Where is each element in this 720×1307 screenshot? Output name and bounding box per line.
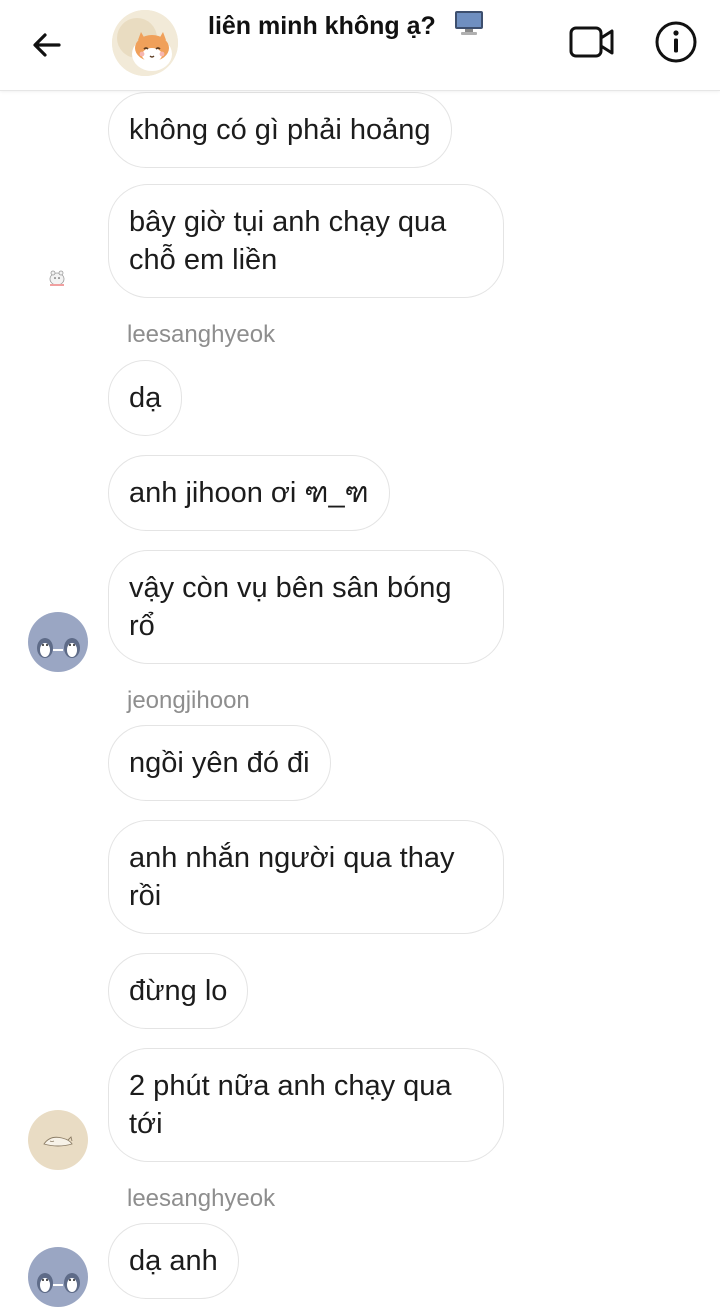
sleeping-animal-avatar-icon [28, 1110, 88, 1170]
sender-avatar[interactable] [28, 1110, 88, 1170]
chat-title[interactable]: liên minh không ạ? [208, 12, 436, 41]
message-text: vậy còn vụ bên sân bóng rổ [129, 572, 452, 642]
sender-name: leesanghyeok [127, 321, 276, 348]
video-call-button[interactable] [566, 20, 618, 64]
info-button[interactable] [652, 18, 700, 66]
sender-avatar[interactable] [28, 612, 88, 672]
sender-avatar[interactable] [28, 1247, 88, 1307]
message-text: 2 phút nữa anh chạy qua tới [129, 1070, 452, 1140]
sender-name: leesanghyeok [127, 1185, 276, 1212]
message-bubble[interactable]: bây giờ tụi anh chạy qua chỗ em liền [108, 184, 504, 298]
chat-header: liên minh không ạ? [0, 0, 720, 91]
message-bubble[interactable]: vậy còn vụ bên sân bóng rổ [108, 550, 504, 664]
message-bubble[interactable]: đừng lo [108, 953, 249, 1029]
video-camera-icon [569, 26, 614, 58]
message-bubble[interactable]: dạ anh [108, 1223, 239, 1299]
message-text: dạ [129, 382, 162, 414]
hamster-avatar-icon [112, 10, 178, 76]
chat-title-text: liên minh không ạ? [208, 12, 436, 40]
info-circle-icon [655, 21, 697, 63]
penguin-avatar-icon [28, 612, 88, 672]
message-text: dạ anh [129, 1245, 218, 1277]
sender-avatar[interactable] [46, 266, 68, 288]
message-bubble[interactable]: ngồi yên đó đi [108, 725, 331, 801]
penguin-avatar-icon [28, 1247, 88, 1307]
computer-monitor-icon [455, 11, 483, 35]
message-bubble[interactable]: anh nhắn người qua thay rồi [108, 820, 504, 934]
message-text: đừng lo [129, 975, 228, 1007]
message-text: anh jihoon ơi ฑ_ฑ [129, 477, 369, 509]
back-button[interactable] [26, 24, 68, 66]
message-text: bây giờ tụi anh chạy qua chỗ em liền [129, 206, 447, 276]
message-bubble[interactable]: không có gì phải hoảng [108, 92, 452, 168]
message-text: không có gì phải hoảng [129, 114, 431, 146]
message-bubble[interactable]: dạ [108, 360, 183, 436]
group-avatar[interactable] [112, 10, 178, 76]
message-bubble[interactable]: 2 phút nữa anh chạy qua tới [108, 1048, 504, 1162]
sender-name: jeongjihoon [127, 687, 250, 714]
arrow-left-icon [33, 33, 61, 57]
message-text: ngồi yên đó đi [129, 747, 310, 779]
message-bubble[interactable]: anh jihoon ơi ฑ_ฑ [108, 455, 390, 531]
message-text: anh nhắn người qua thay rồi [129, 842, 455, 912]
bear-sticker-icon [46, 266, 68, 288]
